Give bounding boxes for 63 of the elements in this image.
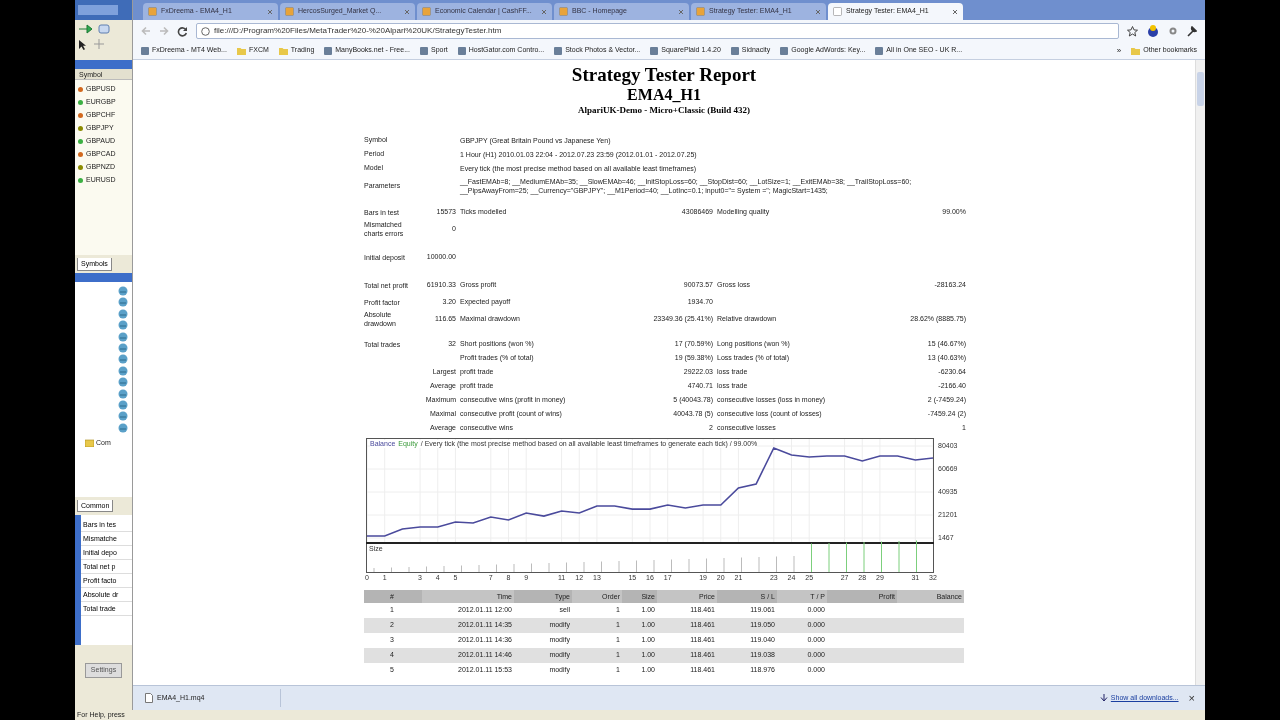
close-button[interactable]: × <box>1186 692 1197 704</box>
favicon-icon <box>554 46 563 55</box>
favicon-icon <box>422 7 431 16</box>
globe-icon <box>118 354 128 365</box>
globe-icon <box>118 399 128 410</box>
star-icon <box>1127 25 1138 37</box>
folder-icon <box>85 439 94 448</box>
file-icon <box>145 693 153 703</box>
server-name: AlpariUK-Demo - Micro+Classic (Build 432) <box>578 106 750 115</box>
globe-icon <box>118 377 128 388</box>
globe-icon <box>118 422 128 433</box>
close-icon <box>678 8 684 15</box>
folder-icon <box>236 46 246 55</box>
close-icon <box>815 8 821 15</box>
arrow-icon <box>78 23 92 35</box>
favicon-icon <box>457 46 466 55</box>
globe-icon <box>118 286 128 296</box>
forward-icon <box>159 26 169 36</box>
favicon-icon <box>780 46 789 55</box>
scrollbar-thumb[interactable] <box>1197 72 1204 106</box>
globe-icon <box>118 388 128 399</box>
globe-icon <box>118 331 128 342</box>
extension-icon <box>1146 25 1160 37</box>
toolbar-strip <box>78 5 118 15</box>
favicon-icon <box>324 46 333 55</box>
close-icon <box>541 8 547 15</box>
favicon-icon <box>420 46 428 55</box>
back-icon <box>141 26 151 36</box>
globe-icon <box>118 308 128 319</box>
crosshair-icon <box>94 39 104 49</box>
reload-icon <box>177 25 188 37</box>
close-icon <box>267 8 273 15</box>
download-icon <box>1099 694 1108 702</box>
folder-icon <box>1131 46 1141 55</box>
globe-icon <box>118 297 128 308</box>
globe-icon <box>118 320 128 331</box>
report-title: Strategy Tester Report <box>571 65 757 84</box>
favicon-icon <box>730 46 739 55</box>
cursor-icon <box>78 39 86 50</box>
close-icon <box>404 8 410 15</box>
more-bookmarks-button[interactable]: » <box>1116 44 1122 57</box>
folder-icon <box>278 46 288 55</box>
navigator-title-bar <box>75 273 132 282</box>
scrollbar[interactable] <box>1195 60 1205 685</box>
globe-icon <box>118 342 128 353</box>
address-bar[interactable]: file:///D:/Program%20Files/MetaTrader%20-%20Alpari%20UK/StrategyTester.htm <box>196 23 1119 39</box>
favicon-icon <box>285 7 294 16</box>
wrench-icon <box>1186 25 1197 37</box>
favicon-icon <box>833 7 842 16</box>
favicon-icon <box>875 46 884 55</box>
globe-icon <box>118 365 128 376</box>
favicon-icon <box>650 46 659 55</box>
window-icon <box>98 23 110 35</box>
favicon-icon <box>559 7 568 16</box>
page-icon <box>201 26 210 36</box>
market-watch-title-bar <box>75 60 132 69</box>
favicon-icon <box>148 7 157 16</box>
favicon-icon <box>141 46 149 55</box>
globe-icon <box>118 411 128 422</box>
settings-icon <box>1168 26 1178 36</box>
report-subtitle: EMA4_H1 <box>627 87 701 103</box>
close-icon <box>952 8 958 15</box>
favicon-icon <box>696 7 705 16</box>
